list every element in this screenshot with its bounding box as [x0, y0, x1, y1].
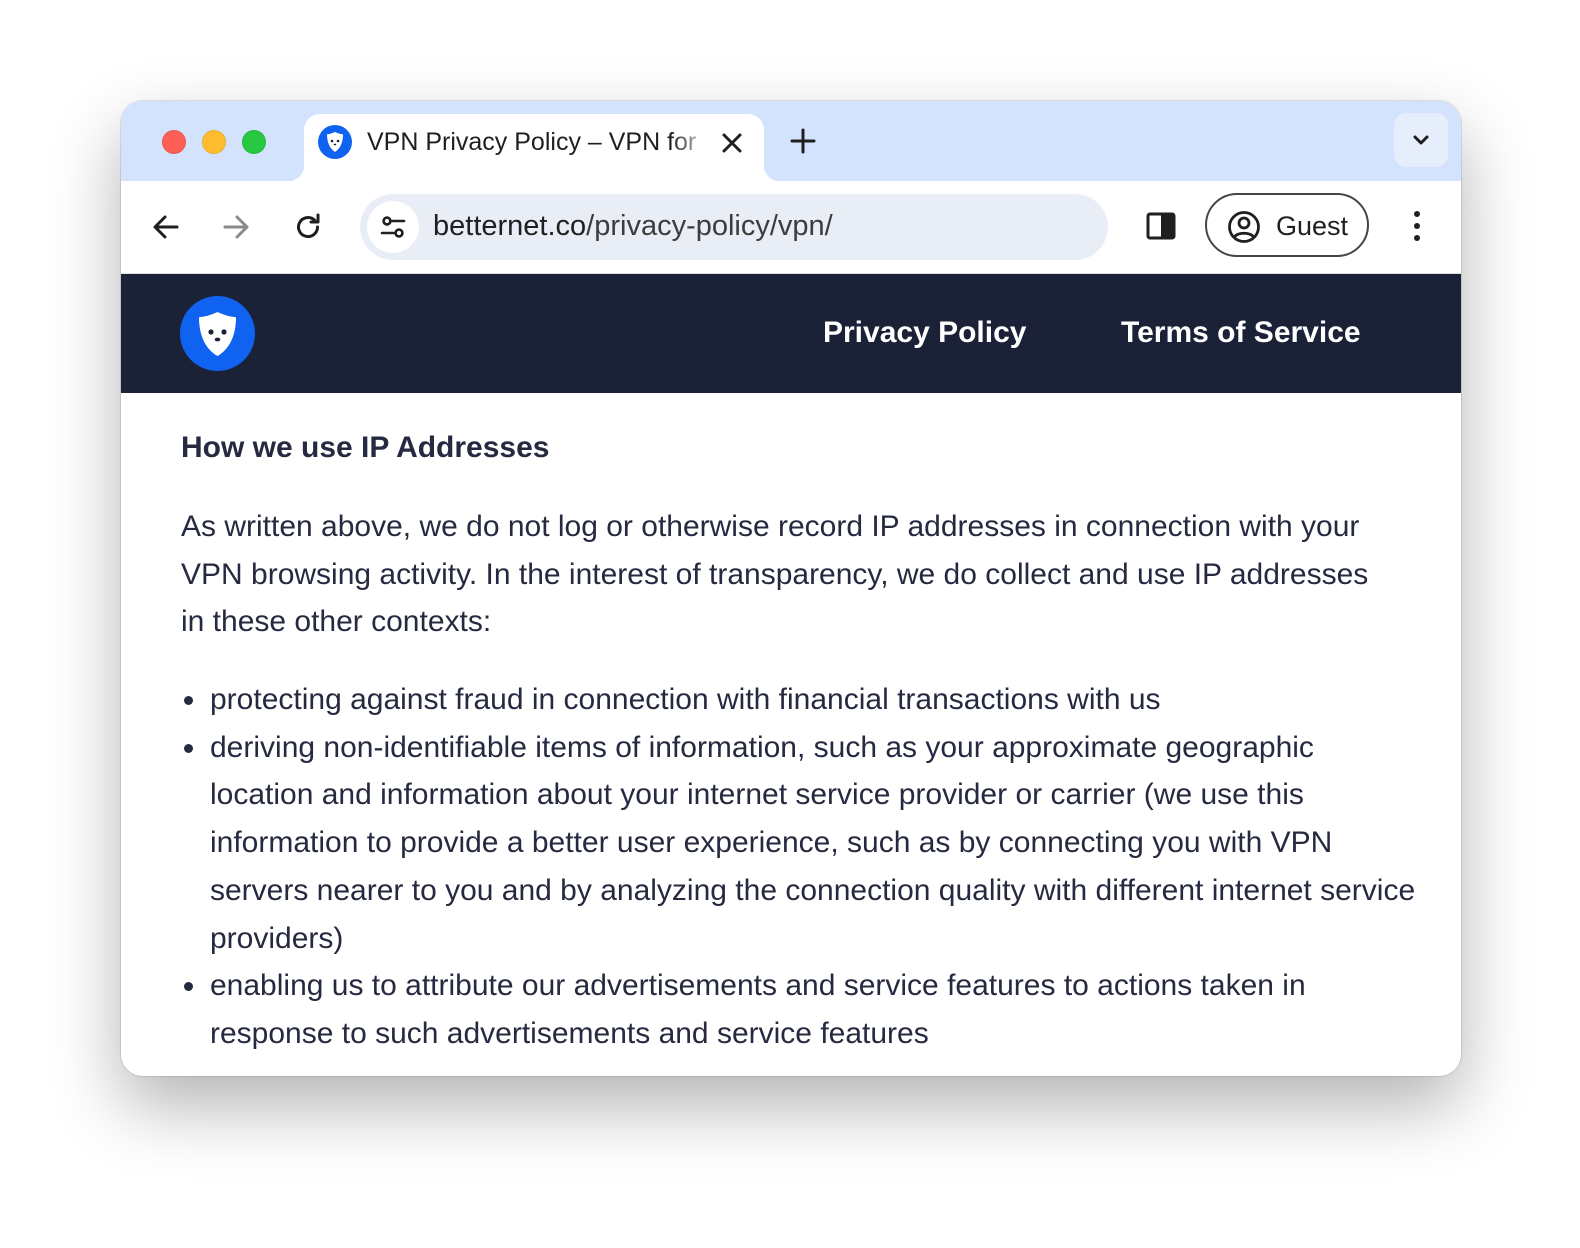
- back-button[interactable]: [150, 211, 182, 243]
- side-panel-button[interactable]: [1145, 210, 1177, 242]
- arrow-left-icon: [153, 215, 179, 239]
- plus-icon: [790, 128, 816, 154]
- nav-terms-of-service[interactable]: Terms of Service: [1121, 316, 1361, 350]
- betternet-logo[interactable]: [180, 296, 255, 371]
- three-dots-vertical-icon: [1414, 211, 1420, 241]
- intro-paragraph: As written above, we do not log or other…: [181, 510, 1369, 639]
- list-item: deriving non-identifiable items of infor…: [181, 724, 1421, 963]
- close-window-button[interactable]: [162, 130, 186, 154]
- tab-active[interactable]: VPN Privacy Policy – VPN for: [288, 114, 780, 181]
- reload-icon: [297, 213, 320, 239]
- browser-window: VPN Privacy Policy – VPN for betternet.c…: [121, 101, 1461, 1076]
- nav-privacy-policy[interactable]: Privacy Policy: [823, 316, 1026, 350]
- betternet-shield-icon: [318, 125, 352, 159]
- url-text[interactable]: betternet.co/privacy-policy/vpn/: [433, 210, 833, 243]
- reload-button[interactable]: [292, 211, 324, 243]
- browser-menu-button[interactable]: [1401, 209, 1433, 243]
- profile-button[interactable]: Guest: [1205, 193, 1369, 257]
- tune-icon: [380, 216, 406, 238]
- minimize-window-button[interactable]: [202, 130, 226, 154]
- site-header: Privacy Policy Terms of Service: [121, 274, 1461, 393]
- list-item: protecting against fraud in connection w…: [181, 676, 1421, 724]
- url-domain: betternet.co: [433, 210, 587, 242]
- address-bar[interactable]: betternet.co/privacy-policy/vpn/: [360, 194, 1108, 260]
- section-heading: How we use IP Addresses: [181, 431, 550, 464]
- new-tab-button[interactable]: [789, 127, 817, 155]
- arrow-right-icon: [223, 215, 249, 239]
- site-info-button[interactable]: [367, 201, 419, 253]
- page-content: How we use IP Addresses As written above…: [121, 393, 1461, 1076]
- account-circle-icon: [1228, 211, 1260, 243]
- tab-search-button[interactable]: [1394, 113, 1448, 167]
- url-path: /privacy-policy/vpn/: [586, 210, 833, 242]
- maximize-window-button[interactable]: [242, 130, 266, 154]
- close-icon[interactable]: [719, 130, 745, 156]
- ip-usage-list: protecting against fraud in connection w…: [181, 676, 1421, 1058]
- list-item: enabling us to attribute our advertiseme…: [181, 962, 1421, 1057]
- tab-title: VPN Privacy Policy – VPN for: [367, 128, 697, 156]
- chevron-down-icon: [1413, 135, 1429, 145]
- forward-button[interactable]: [220, 211, 252, 243]
- browser-toolbar: betternet.co/privacy-policy/vpn/ Guest: [121, 181, 1461, 274]
- profile-label: Guest: [1276, 211, 1349, 241]
- tab-strip: VPN Privacy Policy – VPN for: [121, 101, 1461, 181]
- side-panel-icon: [1146, 212, 1176, 240]
